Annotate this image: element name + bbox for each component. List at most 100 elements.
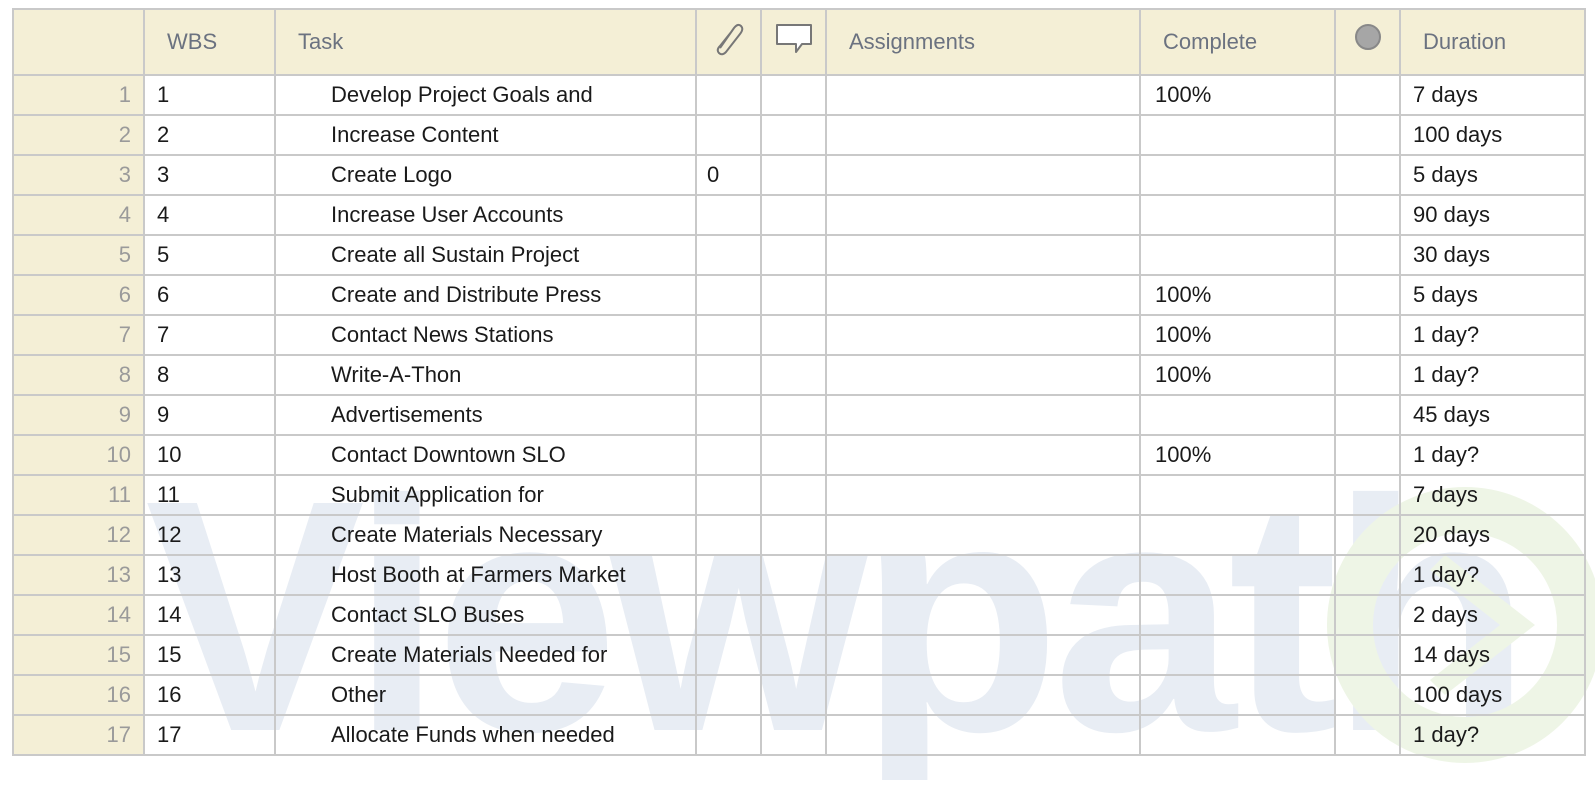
attachments-cell[interactable] bbox=[695, 354, 762, 396]
complete-cell[interactable]: 100% bbox=[1139, 74, 1336, 116]
attachments-cell[interactable] bbox=[695, 554, 762, 596]
duration-cell[interactable]: 90 days bbox=[1399, 194, 1586, 236]
notes-cell[interactable] bbox=[760, 554, 827, 596]
task-name-cell[interactable]: Increase Content bbox=[274, 114, 697, 156]
table-row[interactable]: 7 7 Contact News Stations 100% 1 day? bbox=[12, 314, 1586, 356]
duration-cell[interactable]: 45 days bbox=[1399, 394, 1586, 436]
complete-column-header[interactable]: Complete bbox=[1139, 8, 1336, 76]
task-name-cell[interactable]: Create Materials Needed for bbox=[274, 634, 697, 676]
wbs-cell[interactable]: 5 bbox=[143, 234, 276, 276]
task-name-cell[interactable]: Create Materials Necessary bbox=[274, 514, 697, 556]
notes-cell[interactable] bbox=[760, 714, 827, 756]
complete-cell[interactable]: 100% bbox=[1139, 354, 1336, 396]
status-cell[interactable] bbox=[1334, 194, 1401, 236]
duration-cell[interactable]: 1 day? bbox=[1399, 314, 1586, 356]
table-row[interactable]: 15 15 Create Materials Needed for 14 days bbox=[12, 634, 1586, 676]
assignments-cell[interactable] bbox=[825, 74, 1141, 116]
duration-cell[interactable]: 1 day? bbox=[1399, 554, 1586, 596]
notes-cell[interactable] bbox=[760, 434, 827, 476]
task-name-cell[interactable]: Allocate Funds when needed bbox=[274, 714, 697, 756]
complete-cell[interactable] bbox=[1139, 234, 1336, 276]
status-cell[interactable] bbox=[1334, 634, 1401, 676]
notes-cell[interactable] bbox=[760, 474, 827, 516]
duration-cell[interactable]: 20 days bbox=[1399, 514, 1586, 556]
wbs-cell[interactable]: 9 bbox=[143, 394, 276, 436]
notes-cell[interactable] bbox=[760, 594, 827, 636]
complete-cell[interactable] bbox=[1139, 514, 1336, 556]
task-name-cell[interactable]: Other bbox=[274, 674, 697, 716]
duration-cell[interactable]: 100 days bbox=[1399, 114, 1586, 156]
table-row[interactable]: 12 12 Create Materials Necessary 20 days bbox=[12, 514, 1586, 556]
row-number-cell[interactable]: 5 bbox=[12, 234, 145, 276]
row-number-cell[interactable]: 10 bbox=[12, 434, 145, 476]
attachments-cell[interactable] bbox=[695, 74, 762, 116]
attachments-cell[interactable] bbox=[695, 114, 762, 156]
wbs-cell[interactable]: 3 bbox=[143, 154, 276, 196]
wbs-cell[interactable]: 17 bbox=[143, 714, 276, 756]
task-name-cell[interactable]: Create and Distribute Press bbox=[274, 274, 697, 316]
attachments-cell[interactable] bbox=[695, 474, 762, 516]
attachments-cell[interactable] bbox=[695, 674, 762, 716]
status-column-header[interactable] bbox=[1334, 8, 1401, 76]
table-row[interactable]: 5 5 Create all Sustain Project 30 days bbox=[12, 234, 1586, 276]
row-number-cell[interactable]: 7 bbox=[12, 314, 145, 356]
notes-cell[interactable] bbox=[760, 74, 827, 116]
duration-cell[interactable]: 1 day? bbox=[1399, 434, 1586, 476]
assignments-cell[interactable] bbox=[825, 594, 1141, 636]
wbs-cell[interactable]: 2 bbox=[143, 114, 276, 156]
attachments-cell[interactable] bbox=[695, 714, 762, 756]
table-row[interactable]: 8 8 Write-A-Thon 100% 1 day? bbox=[12, 354, 1586, 396]
row-number-cell[interactable]: 17 bbox=[12, 714, 145, 756]
status-cell[interactable] bbox=[1334, 274, 1401, 316]
row-number-cell[interactable]: 6 bbox=[12, 274, 145, 316]
table-row[interactable]: 6 6 Create and Distribute Press 100% 5 days bbox=[12, 274, 1586, 316]
complete-cell[interactable] bbox=[1139, 394, 1336, 436]
wbs-cell[interactable]: 14 bbox=[143, 594, 276, 636]
task-name-cell[interactable]: Write-A-Thon bbox=[274, 354, 697, 396]
duration-cell[interactable]: 1 day? bbox=[1399, 714, 1586, 756]
status-cell[interactable] bbox=[1334, 674, 1401, 716]
table-row[interactable]: 11 11 Submit Application for 7 days bbox=[12, 474, 1586, 516]
assignments-cell[interactable] bbox=[825, 354, 1141, 396]
status-cell[interactable] bbox=[1334, 234, 1401, 276]
complete-cell[interactable] bbox=[1139, 634, 1336, 676]
wbs-cell[interactable]: 7 bbox=[143, 314, 276, 356]
table-row[interactable]: 10 10 Contact Downtown SLO 100% 1 day? bbox=[12, 434, 1586, 476]
assignments-cell[interactable] bbox=[825, 314, 1141, 356]
status-cell[interactable] bbox=[1334, 554, 1401, 596]
assignments-cell[interactable] bbox=[825, 714, 1141, 756]
assignments-cell[interactable] bbox=[825, 154, 1141, 196]
table-row[interactable]: 13 13 Host Booth at Farmers Market 1 day? bbox=[12, 554, 1586, 596]
complete-cell[interactable]: 100% bbox=[1139, 434, 1336, 476]
status-cell[interactable] bbox=[1334, 74, 1401, 116]
task-column-header[interactable]: Task bbox=[274, 8, 697, 76]
duration-cell[interactable]: 30 days bbox=[1399, 234, 1586, 276]
row-number-cell[interactable]: 13 bbox=[12, 554, 145, 596]
task-name-cell[interactable]: Contact SLO Buses bbox=[274, 594, 697, 636]
status-cell[interactable] bbox=[1334, 394, 1401, 436]
duration-cell[interactable]: 1 day? bbox=[1399, 354, 1586, 396]
complete-cell[interactable]: 100% bbox=[1139, 314, 1336, 356]
wbs-cell[interactable]: 13 bbox=[143, 554, 276, 596]
attachments-cell[interactable] bbox=[695, 634, 762, 676]
wbs-cell[interactable]: 4 bbox=[143, 194, 276, 236]
notes-cell[interactable] bbox=[760, 194, 827, 236]
task-name-cell[interactable]: Advertisements bbox=[274, 394, 697, 436]
wbs-column-header[interactable]: WBS bbox=[143, 8, 276, 76]
complete-cell[interactable] bbox=[1139, 554, 1336, 596]
assignments-cell[interactable] bbox=[825, 674, 1141, 716]
status-cell[interactable] bbox=[1334, 434, 1401, 476]
status-cell[interactable] bbox=[1334, 714, 1401, 756]
task-name-cell[interactable]: Develop Project Goals and bbox=[274, 74, 697, 116]
duration-column-header[interactable]: Duration bbox=[1399, 8, 1586, 76]
table-row[interactable]: 4 4 Increase User Accounts 90 days bbox=[12, 194, 1586, 236]
row-number-cell[interactable]: 2 bbox=[12, 114, 145, 156]
table-row[interactable]: 14 14 Contact SLO Buses 2 days bbox=[12, 594, 1586, 636]
attachments-cell[interactable] bbox=[695, 194, 762, 236]
duration-cell[interactable]: 100 days bbox=[1399, 674, 1586, 716]
task-name-cell[interactable]: Submit Application for bbox=[274, 474, 697, 516]
status-cell[interactable] bbox=[1334, 154, 1401, 196]
attachments-cell[interactable] bbox=[695, 274, 762, 316]
table-row[interactable]: 1 1 Develop Project Goals and 100% 7 days bbox=[12, 74, 1586, 116]
notes-cell[interactable] bbox=[760, 394, 827, 436]
